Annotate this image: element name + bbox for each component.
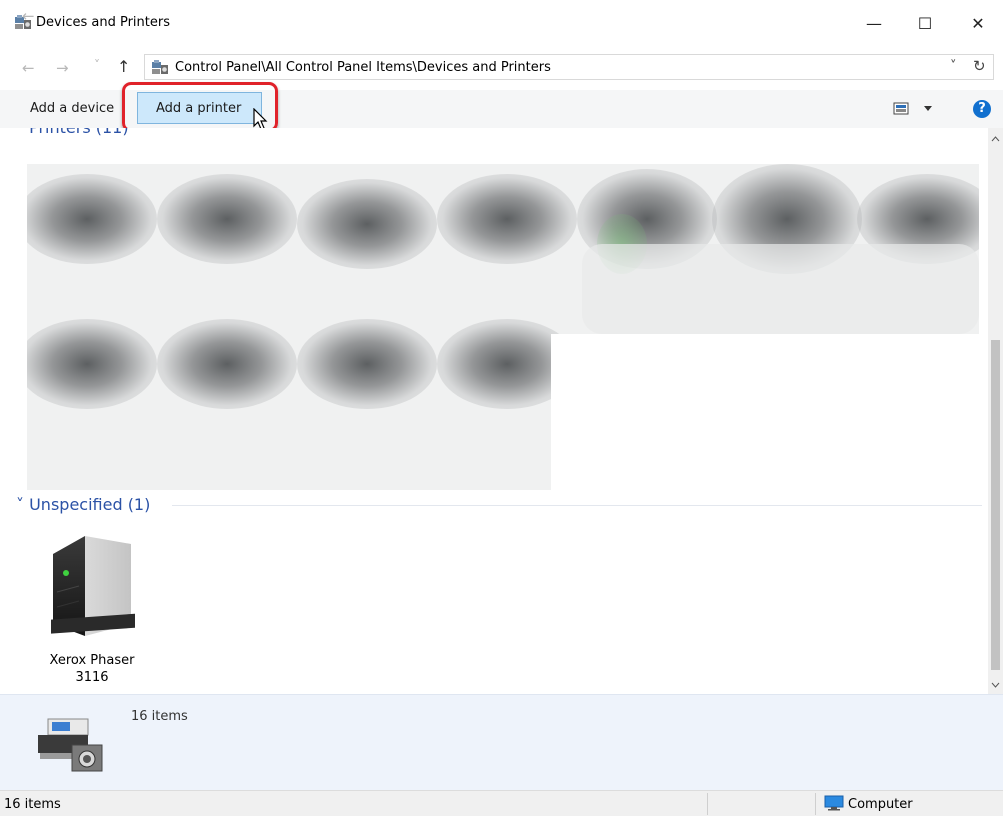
recent-locations-chevron-icon[interactable]: ˅ [94, 58, 100, 72]
details-pane: 16 items [0, 694, 1003, 790]
scroll-up-arrow-icon[interactable] [991, 136, 1000, 142]
minimize-button[interactable]: — [851, 8, 897, 38]
address-bar[interactable]: Control Panel\All Control Panel Items\De… [144, 54, 994, 80]
group-label-printers: Printers (11) [29, 128, 129, 137]
status-divider [707, 793, 708, 815]
forward-arrow-icon[interactable]: → [56, 59, 69, 77]
window-title: Devices and Printers [36, 15, 170, 30]
status-location: Computer [848, 797, 913, 812]
device-name: Xerox Phaser 3116 [49, 653, 135, 685]
status-bar: 16 items Computer [0, 790, 1003, 816]
device-item[interactable]: Xerox Phaser 3116 [38, 530, 146, 690]
back-arrow-icon[interactable]: ← [22, 7, 35, 25]
address-dropdown-icon[interactable]: ˅ [950, 59, 957, 74]
maximize-button[interactable]: ☐ [902, 8, 948, 38]
back-button[interactable]: ← [22, 59, 35, 77]
control-panel-icon [152, 60, 168, 74]
close-button[interactable]: ✕ [955, 8, 1001, 38]
status-item-count: 16 items [4, 797, 61, 812]
add-device-button[interactable]: Add a device [30, 101, 114, 116]
group-label-unspecified: Unspecified (1) [29, 495, 151, 514]
help-icon[interactable]: ? [973, 100, 991, 118]
devices-printers-large-icon [38, 718, 103, 772]
up-arrow-icon[interactable]: ↑ [117, 57, 130, 76]
status-divider [815, 793, 816, 815]
printers-redacted-area [27, 164, 979, 490]
details-item-count: 16 items [131, 709, 188, 724]
scrollbar-thumb[interactable] [991, 340, 1000, 670]
scroll-down-arrow-icon[interactable] [991, 682, 1000, 688]
server-tower-icon [51, 536, 135, 636]
group-header-printers[interactable]: ˅ Printers (11) [16, 128, 129, 137]
address-path[interactable]: Control Panel\All Control Panel Items\De… [175, 60, 551, 75]
group-header-unspecified[interactable]: ˅ Unspecified (1) [16, 495, 150, 514]
computer-icon [824, 795, 844, 811]
group-divider [172, 505, 982, 506]
change-view-icon[interactable] [893, 102, 937, 116]
refresh-icon[interactable]: ↻ [973, 57, 986, 75]
chevron-down-icon: ˅ [16, 128, 24, 137]
chevron-down-icon: ˅ [16, 495, 24, 514]
